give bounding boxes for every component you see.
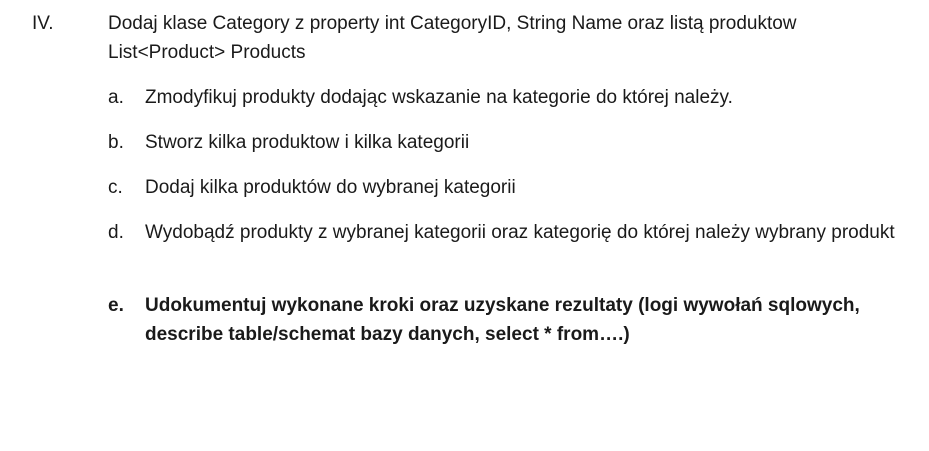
list-item-text: Stworz kilka produktow i kilka kategorii — [145, 132, 470, 153]
list-item-text: Zmodyfikuj produkty dodając wskazanie na… — [145, 87, 733, 108]
list-item-letter: c. — [108, 177, 123, 198]
list-item-letter: d. — [108, 222, 124, 243]
section-number: IV. — [32, 13, 54, 34]
list-item-text: Wydobądź produkty z wybranej kategorii o… — [145, 222, 895, 243]
list-item-text: Dodaj kilka produktów do wybranej katego… — [145, 177, 516, 198]
list-item-letter: b. — [108, 132, 124, 153]
document-page: { "section": { "number": "IV.", "text": … — [0, 0, 929, 451]
list-item-letter: e. — [108, 295, 124, 316]
list-item-letter: a. — [108, 87, 124, 108]
list-item-text: Udokumentuj wykonane kroki oraz uzyskane… — [145, 295, 860, 345]
section-heading-text: Dodaj klase Category z property int Cate… — [108, 13, 797, 63]
